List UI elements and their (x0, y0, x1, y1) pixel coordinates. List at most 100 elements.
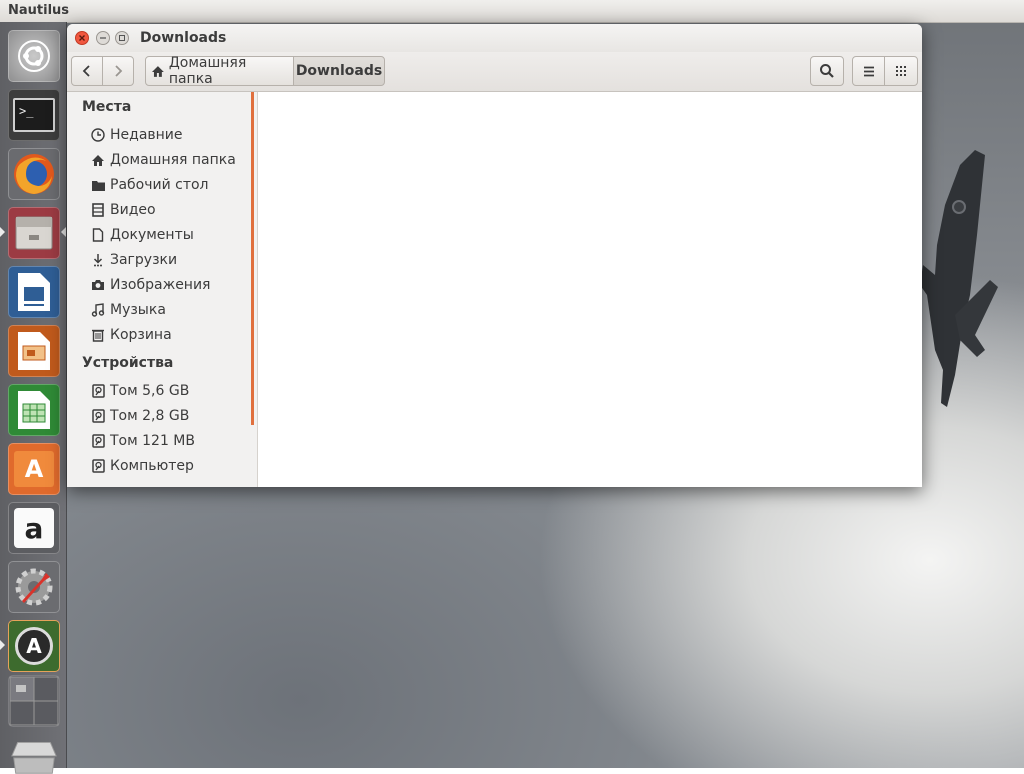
launcher-running-indicator (0, 227, 5, 237)
sidebar-item-documents[interactable]: Документы (90, 224, 194, 246)
sidebar-item-music[interactable]: Музыка (90, 299, 166, 321)
sidebar-item-label: Домашняя папка (110, 152, 236, 168)
sidebar-item-trash[interactable]: Корзина (90, 324, 172, 346)
grid-view-icon (896, 66, 906, 76)
sidebar-item-label: Том 5,6 GB (110, 383, 190, 399)
top-panel: Nautilus (0, 0, 1024, 23)
close-button[interactable] (75, 31, 89, 45)
launcher-settings[interactable] (8, 561, 60, 613)
launcher-software-center[interactable]: A (8, 443, 60, 495)
breadcrumb-home[interactable]: Домашняя папка (145, 55, 294, 87)
forward-button[interactable] (102, 56, 134, 86)
launcher-dash[interactable] (8, 30, 60, 82)
title-bar[interactable]: Downloads (67, 24, 922, 52)
firefox-icon (14, 154, 54, 194)
sidebar-item-label: Компьютер (110, 458, 194, 474)
terminal-icon: >_ (13, 98, 55, 132)
sidebar-item-volume-5-6gb[interactable]: Том 5,6 GB (90, 380, 189, 402)
drive-icon (91, 384, 105, 398)
minimize-button[interactable] (96, 31, 110, 45)
breadcrumb-downloads[interactable]: Downloads (293, 56, 385, 86)
film-icon (92, 203, 104, 217)
drive-icon (91, 434, 105, 448)
calc-icon (18, 391, 50, 429)
launcher-terminal[interactable]: >_ (8, 89, 60, 141)
sidebar-devices-heading: Устройства (82, 355, 174, 371)
close-icon (79, 35, 85, 41)
file-view-area[interactable] (257, 92, 922, 487)
trash-icon (11, 741, 57, 774)
ubuntu-logo-icon (18, 40, 50, 72)
software-updater-icon: A (15, 627, 53, 665)
back-icon (82, 65, 90, 77)
home-icon (92, 154, 104, 166)
search-icon (820, 64, 834, 78)
sidebar: Места Недавние Домашняя папка Рабочий ст… (67, 92, 256, 487)
sidebar-scroll-indicator[interactable] (251, 92, 254, 425)
sidebar-item-label: Недавние (110, 127, 183, 143)
sidebar-item-computer[interactable]: Компьютер (90, 455, 194, 477)
folder-icon (91, 180, 105, 191)
writer-icon (18, 273, 50, 311)
file-cabinet-icon (15, 216, 53, 250)
forward-icon (115, 65, 123, 77)
breadcrumb-downloads-label: Downloads (295, 63, 383, 79)
launcher-focus-indicator (61, 227, 66, 237)
sidebar-item-label: Загрузки (110, 252, 178, 268)
launcher-trash[interactable] (8, 734, 60, 774)
active-app-name: Nautilus (8, 3, 70, 18)
maximize-icon (119, 35, 125, 41)
sidebar-item-downloads[interactable]: Загрузки (90, 249, 177, 271)
launcher-running-indicator (0, 640, 5, 650)
launcher-impress[interactable] (8, 325, 60, 377)
list-view-icon (863, 66, 874, 76)
minimize-icon (100, 37, 106, 39)
launcher-software-updater[interactable]: A (8, 620, 60, 672)
sidebar-item-volume-2-8gb[interactable]: Том 2,8 GB (90, 405, 189, 427)
sidebar-item-label: Музыка (110, 302, 166, 318)
launcher-firefox[interactable] (8, 148, 60, 200)
download-icon (93, 254, 103, 267)
window-title: Downloads (140, 30, 227, 46)
launcher-calc[interactable] (8, 384, 60, 436)
launcher: >_ A a A (0, 22, 67, 774)
sidebar-item-home[interactable]: Домашняя папка (90, 149, 236, 171)
maximize-button[interactable] (115, 31, 129, 45)
sidebar-item-label: Том 121 MB (110, 433, 195, 449)
drive-icon (91, 459, 105, 473)
launcher-amazon[interactable]: a (8, 502, 60, 554)
sidebar-item-pictures[interactable]: Изображения (90, 274, 210, 296)
search-button[interactable] (810, 56, 844, 86)
clock-icon (91, 128, 105, 142)
grid-view-button[interactable] (884, 56, 918, 86)
software-center-icon: A (14, 451, 54, 487)
launcher-workspace-switcher[interactable] (8, 675, 60, 727)
back-button[interactable] (71, 56, 103, 86)
launcher-writer[interactable] (8, 266, 60, 318)
home-icon (151, 65, 164, 77)
sidebar-item-volume-121mb[interactable]: Том 121 MB (90, 430, 195, 452)
sidebar-item-desktop[interactable]: Рабочий стол (90, 174, 209, 196)
camera-icon (92, 280, 104, 290)
file-manager-window: Downloads Домашняя папка Downloads Места… (67, 24, 922, 487)
sidebar-item-videos[interactable]: Видео (90, 199, 156, 221)
trash-icon (92, 329, 104, 342)
sidebar-item-label: Документы (110, 227, 194, 243)
sidebar-item-recent[interactable]: Недавние (90, 124, 183, 146)
settings-icon (15, 568, 53, 606)
breadcrumb-home-label: Домашняя папка (168, 55, 247, 87)
sidebar-item-label: Видео (110, 202, 156, 218)
workspace-switcher-icon (9, 676, 59, 726)
toolbar: Домашняя папка Downloads (67, 52, 922, 92)
document-icon (92, 228, 104, 242)
sidebar-item-label: Корзина (110, 327, 172, 343)
sidebar-item-label: Том 2,8 GB (110, 408, 190, 424)
launcher-files[interactable] (8, 207, 60, 259)
wallpaper-airplane (920, 150, 998, 407)
sidebar-item-label: Изображения (110, 277, 211, 293)
list-view-button[interactable] (852, 56, 885, 86)
impress-icon (18, 332, 50, 370)
drive-icon (91, 409, 105, 423)
sidebar-places-heading: Места (82, 99, 132, 115)
sidebar-item-label: Рабочий стол (110, 177, 209, 193)
